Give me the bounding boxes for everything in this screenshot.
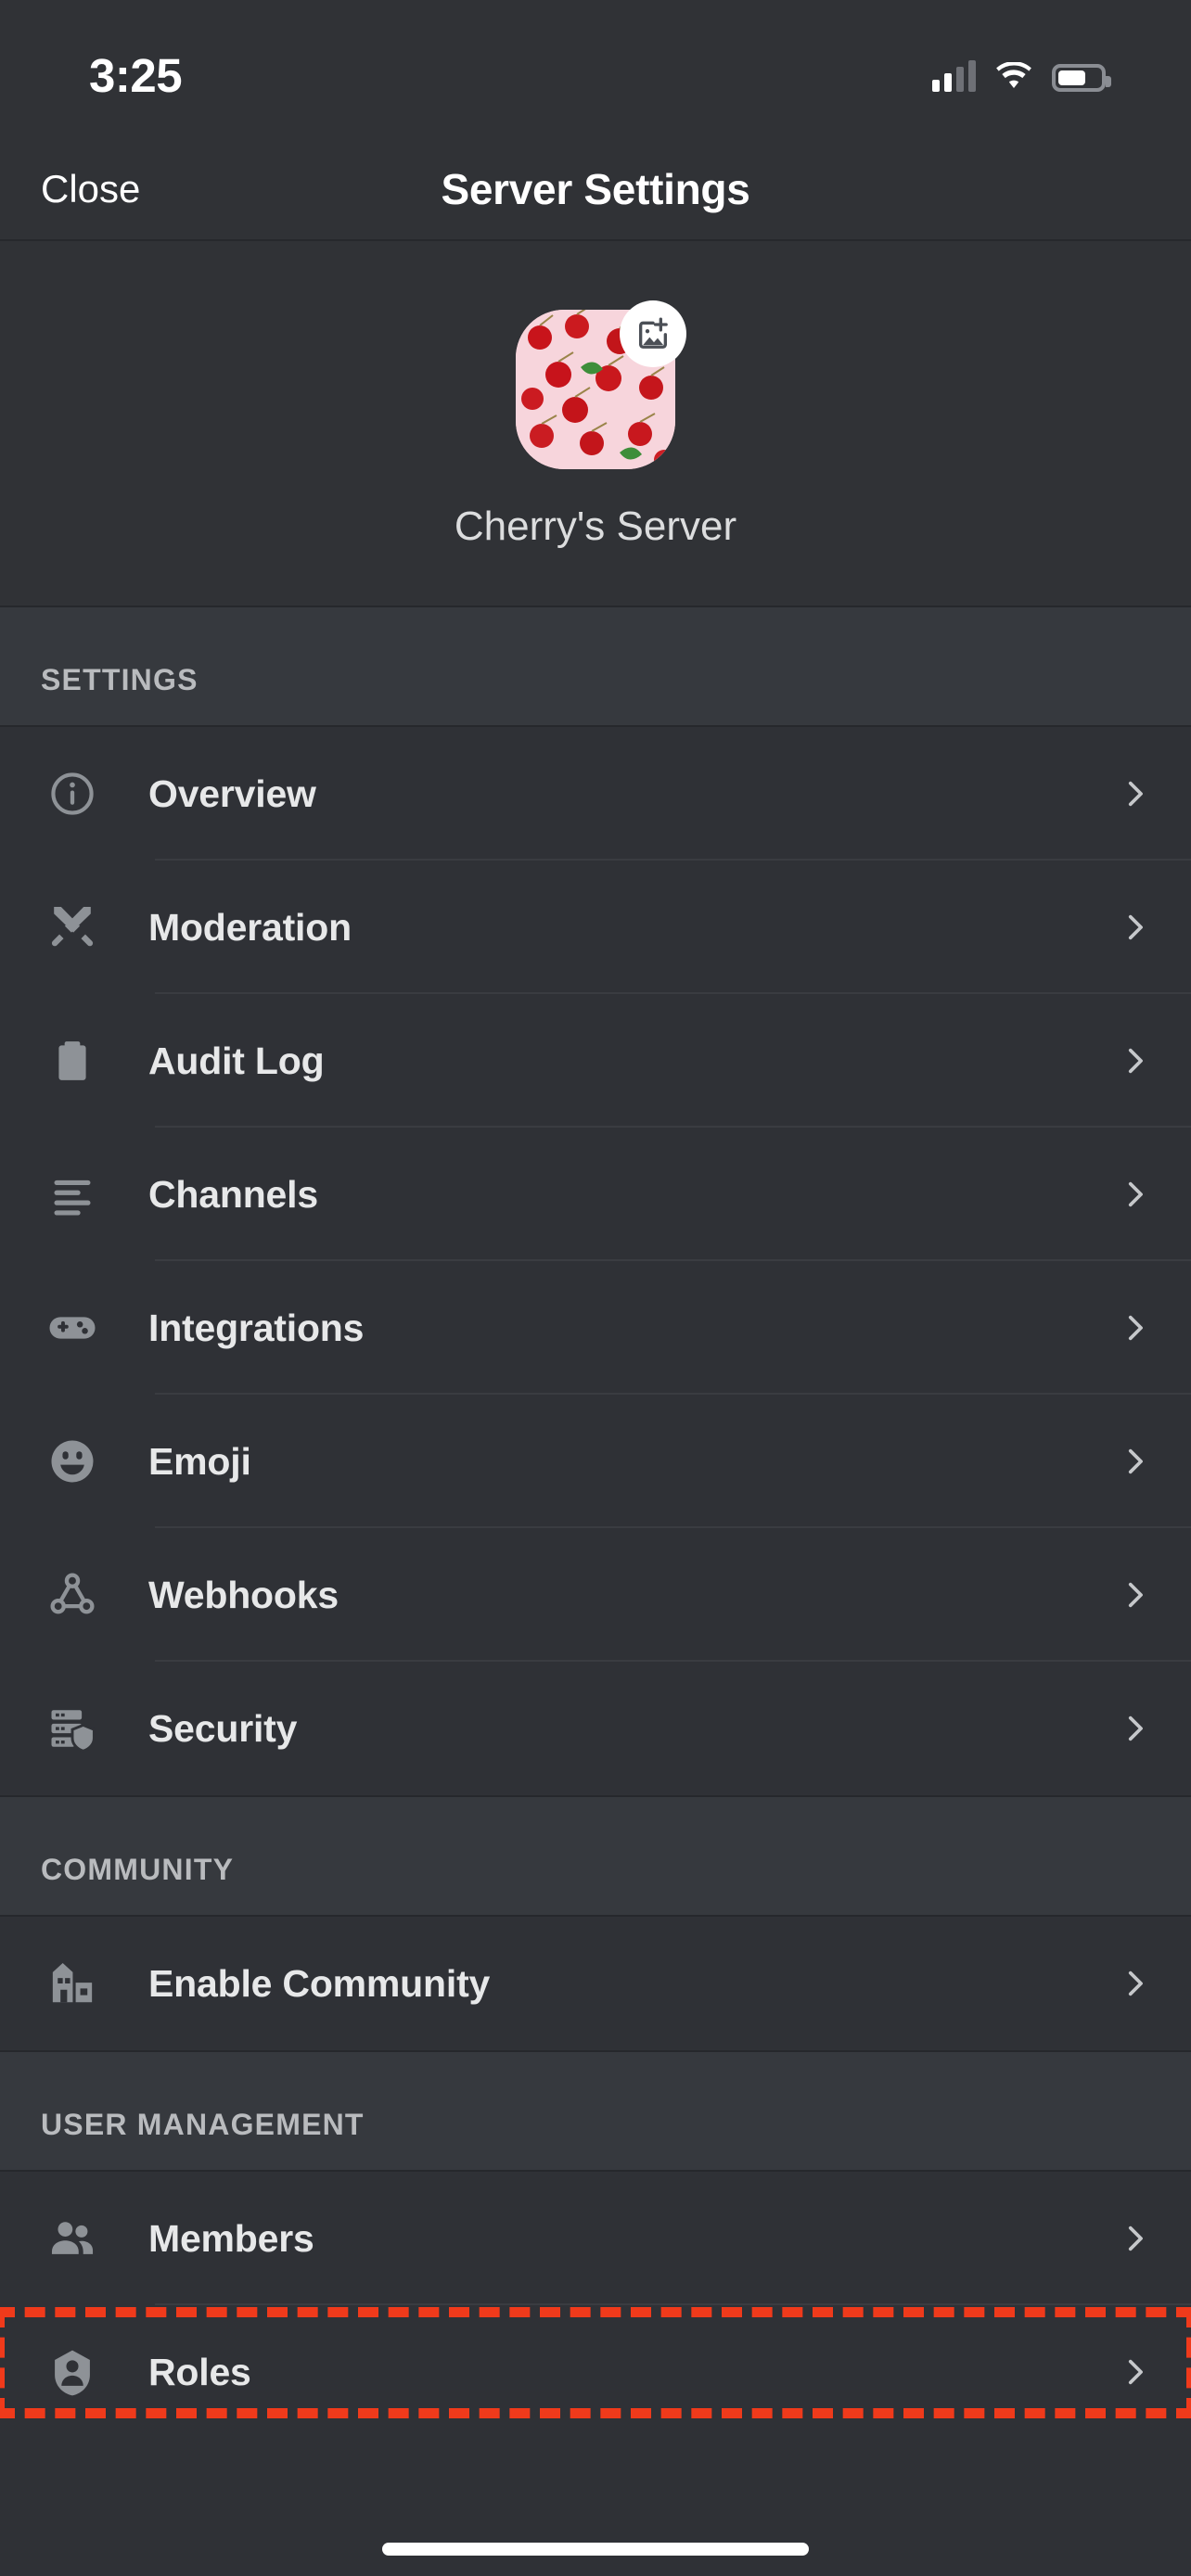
- sidebar-item-label: Integrations: [148, 1307, 1119, 1350]
- chevron-right-icon: [1119, 1713, 1150, 1744]
- sidebar-item-enable-community[interactable]: Enable Community: [0, 1917, 1191, 2050]
- server-settings-screen: 3:25 Close Server Settings: [0, 0, 1191, 2576]
- people-icon: [41, 2213, 104, 2264]
- gamepad-icon: [41, 1302, 104, 1354]
- server-name: Cherry's Server: [0, 504, 1191, 550]
- sidebar-item-security[interactable]: Security: [0, 1662, 1191, 1795]
- settings-group: Overview Moderation Audit Log: [0, 727, 1191, 1795]
- user-management-group: Members Roles: [0, 2172, 1191, 2439]
- sidebar-item-label: Enable Community: [148, 1962, 1119, 2006]
- sidebar-item-label: Security: [148, 1707, 1119, 1751]
- sidebar-item-label: Emoji: [148, 1440, 1119, 1484]
- home-indicator: [382, 2543, 809, 2556]
- section-header-settings: SETTINGS: [0, 607, 1191, 727]
- section-header-community: COMMUNITY: [0, 1797, 1191, 1917]
- sidebar-item-roles[interactable]: Roles: [0, 2305, 1191, 2439]
- server-avatar-button[interactable]: [516, 310, 675, 469]
- chevron-right-icon: [1119, 1446, 1150, 1477]
- chevron-right-icon: [1119, 1968, 1150, 1999]
- sidebar-item-overview[interactable]: Overview: [0, 727, 1191, 861]
- server-shield-icon: [41, 1703, 104, 1753]
- community-group: Enable Community: [0, 1917, 1191, 2050]
- chevron-right-icon: [1119, 1312, 1150, 1344]
- sidebar-item-label: Moderation: [148, 906, 1119, 950]
- close-button[interactable]: Close: [41, 167, 140, 211]
- text-lines-icon: [41, 1170, 104, 1218]
- buildings-icon: [41, 1958, 104, 2009]
- status-bar-time: 3:25: [89, 48, 182, 103]
- status-bar-indicators: [932, 60, 1106, 92]
- chevron-right-icon: [1119, 1179, 1150, 1210]
- cellular-bars-icon: [932, 60, 976, 92]
- smiley-face-icon: [41, 1436, 104, 1486]
- section-header-user-management: USER MANAGEMENT: [0, 2052, 1191, 2172]
- sidebar-item-members[interactable]: Members: [0, 2172, 1191, 2305]
- chevron-right-icon: [1119, 912, 1150, 943]
- chevron-right-icon: [1119, 2356, 1150, 2388]
- sidebar-item-label: Roles: [148, 2351, 1119, 2394]
- battery-icon: [1052, 64, 1106, 92]
- status-bar: 3:25: [0, 0, 1191, 139]
- sidebar-item-label: Channels: [148, 1173, 1119, 1217]
- webhook-icon: [41, 1570, 104, 1620]
- chevron-right-icon: [1119, 1045, 1150, 1077]
- chevron-right-icon: [1119, 778, 1150, 810]
- sidebar-item-emoji[interactable]: Emoji: [0, 1395, 1191, 1528]
- page-title: Server Settings: [0, 164, 1191, 214]
- sidebar-item-audit-log[interactable]: Audit Log: [0, 994, 1191, 1128]
- sidebar-item-label: Audit Log: [148, 1039, 1119, 1083]
- clipboard-icon: [41, 1038, 104, 1084]
- sidebar-item-label: Webhooks: [148, 1574, 1119, 1617]
- shield-person-icon: [41, 2347, 104, 2397]
- sidebar-item-webhooks[interactable]: Webhooks: [0, 1528, 1191, 1662]
- sidebar-item-integrations[interactable]: Integrations: [0, 1261, 1191, 1395]
- crossed-swords-icon: [41, 902, 104, 952]
- server-header: Cherry's Server: [0, 241, 1191, 607]
- info-circle-icon: [41, 770, 104, 818]
- sidebar-item-moderation[interactable]: Moderation: [0, 861, 1191, 994]
- chevron-right-icon: [1119, 2223, 1150, 2254]
- sidebar-item-label: Members: [148, 2217, 1119, 2261]
- sidebar-item-channels[interactable]: Channels: [0, 1128, 1191, 1261]
- chevron-right-icon: [1119, 1579, 1150, 1611]
- wifi-icon: [994, 62, 1033, 92]
- navigation-bar: Close Server Settings: [0, 139, 1191, 241]
- sidebar-item-label: Overview: [148, 772, 1119, 816]
- add-image-icon[interactable]: [620, 300, 686, 367]
